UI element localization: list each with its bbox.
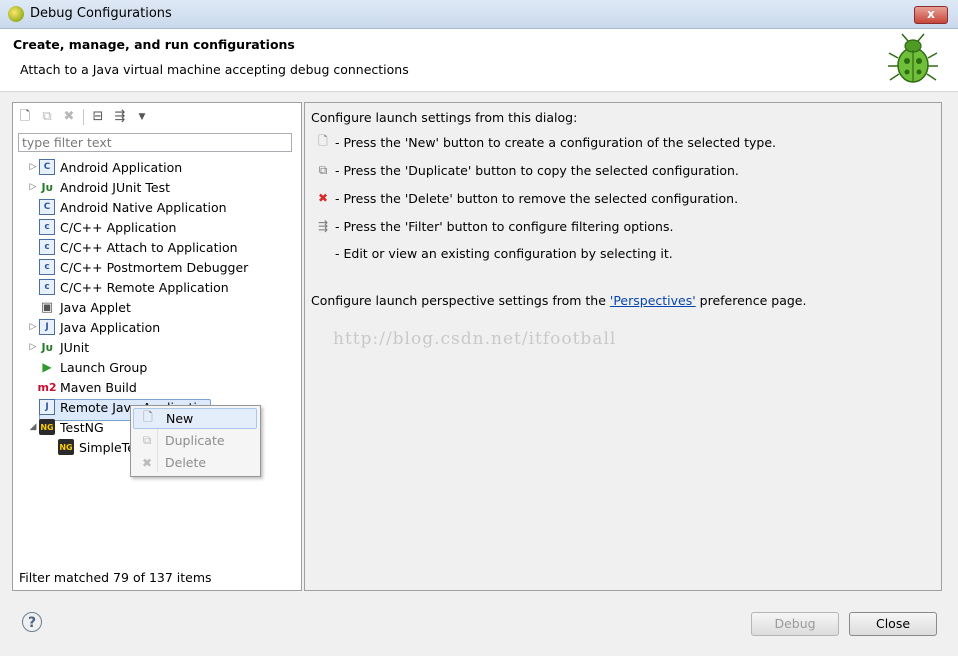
applet-icon: ▣: [40, 299, 54, 315]
close-button[interactable]: Close: [849, 612, 937, 636]
menu-item-label: Delete: [165, 455, 207, 470]
maven-icon: m2: [37, 380, 57, 394]
view-menu-chevron-down-icon[interactable]: ▼: [134, 109, 150, 125]
tree-item-label: Java Application: [60, 319, 161, 335]
tree-item-cpp-postmortem[interactable]: c C/C++ Postmortem Debugger: [27, 257, 248, 277]
junit-icon: Jᴜ: [41, 180, 53, 194]
new-config-icon: 🗋: [143, 410, 153, 424]
expand-arrow-icon[interactable]: ▷: [27, 162, 39, 172]
duplicate-config-icon: ⧉: [318, 162, 328, 177]
cpp-config-icon: c: [39, 239, 55, 255]
filter-icon: ⇶: [317, 219, 329, 233]
tree-item-label: Java Applet: [60, 299, 131, 315]
instruction-text: - Press the 'New' button to create a con…: [335, 134, 776, 150]
instruction-filter: ⇶ - Press the 'Filter' button to configur…: [315, 218, 674, 234]
testng-icon: NG: [58, 439, 74, 455]
header-subtitle: Attach to a Java virtual machine accepti…: [20, 62, 409, 77]
config-type-icon: C: [39, 199, 55, 215]
config-type-icon: C: [39, 159, 55, 175]
expand-arrow-icon[interactable]: ▷: [27, 182, 39, 192]
instruction-edit: - Edit or view an existing configuration…: [335, 246, 673, 261]
collapse-all-icon[interactable]: ⊟: [90, 109, 106, 125]
tree-item-label: JUnit: [60, 339, 90, 355]
filter-icon[interactable]: ⇶: [112, 109, 128, 125]
title-bar: Debug Configurations x: [0, 0, 958, 29]
launch-group-icon: ▶: [42, 360, 52, 374]
testng-icon: NG: [39, 419, 55, 435]
window-close-button[interactable]: x: [914, 6, 948, 24]
menu-item-delete[interactable]: ✖ Delete: [133, 452, 257, 473]
perspective-suffix: preference page.: [699, 293, 807, 308]
tree-item-label: TestNG: [60, 419, 104, 435]
instruction-new: 🗋 - Press the 'New' button to create a co…: [315, 134, 776, 150]
tree-item-label: C/C++ Postmortem Debugger: [60, 259, 249, 275]
perspective-prefix: Configure launch perspective settings fr…: [311, 293, 606, 308]
tree-item-maven-build[interactable]: m2 Maven Build: [27, 377, 137, 397]
tree-item-junit[interactable]: ▷ Jᴜ JUnit: [27, 337, 90, 357]
tree-item-launch-group[interactable]: ▶ Launch Group: [27, 357, 147, 377]
intro-text: Configure launch settings from this dial…: [311, 110, 578, 125]
delete-config-icon[interactable]: ✖: [61, 109, 77, 125]
tree-item-label: Android Application: [60, 159, 183, 175]
cpp-config-icon: c: [39, 279, 55, 295]
configuration-tree-pane: 🗋 ⧉ ✖ ⊟ ⇶ ▼ type filter text ▷ C Android A…: [12, 102, 302, 591]
debug-button[interactable]: Debug: [751, 612, 839, 636]
tree-item-label: Launch Group: [60, 359, 148, 375]
tree-item-android-junit-test[interactable]: ▷ Jᴜ Android JUnit Test: [27, 177, 171, 197]
menu-item-new[interactable]: 🗋 New: [133, 408, 257, 429]
tree-item-android-native-application[interactable]: C Android Native Application: [27, 197, 227, 217]
tree-item-cpp-remote[interactable]: c C/C++ Remote Application: [27, 277, 229, 297]
menu-item-duplicate[interactable]: ⧉ Duplicate: [133, 430, 257, 451]
instruction-text: - Press the 'Filter' button to configure…: [335, 218, 674, 234]
instructions-pane: Configure launch settings from this dial…: [304, 102, 942, 591]
java-app-icon: J: [39, 319, 55, 335]
toolbar-separator: [83, 109, 84, 125]
instruction-text: - Press the 'Delete' button to remove th…: [335, 190, 739, 206]
instruction-delete: ✖ - Press the 'Delete' button to remove t…: [315, 190, 738, 206]
new-config-icon: 🗋: [318, 133, 328, 148]
delete-config-icon: ✖: [141, 455, 153, 470]
tree-item-label: Maven Build: [60, 379, 137, 395]
menu-item-label: Duplicate: [165, 433, 225, 448]
remote-java-icon: J: [39, 399, 55, 415]
tree-item-android-application[interactable]: ▷ C Android Application: [27, 157, 182, 177]
cpp-config-icon: c: [39, 219, 55, 235]
debug-bug-icon: [888, 33, 938, 83]
tree-item-label: C/C++ Remote Application: [60, 279, 229, 295]
tree-item-label: Android Native Application: [60, 199, 227, 215]
filter-input[interactable]: type filter text: [18, 133, 292, 152]
filter-status: Filter matched 79 of 137 items: [19, 570, 212, 585]
eclipse-bug-icon: [8, 6, 24, 22]
dialog-header: Create, manage, and run configurations A…: [0, 29, 958, 92]
expand-arrow-icon[interactable]: ▷: [27, 322, 39, 332]
tree-item-testng[interactable]: ◢ NG TestNG: [27, 417, 104, 437]
tree-item-label: C/C++ Application: [60, 219, 177, 235]
tree-item-cpp-application[interactable]: c C/C++ Application: [27, 217, 176, 237]
cpp-config-icon: c: [39, 259, 55, 275]
junit-icon: Jᴜ: [41, 340, 53, 354]
watermark: http://blog.csdn.net/itfootball: [333, 329, 617, 349]
perspectives-link[interactable]: 'Perspectives': [610, 293, 696, 308]
tree-item-java-applet[interactable]: ▣ Java Applet: [27, 297, 131, 317]
expand-arrow-icon[interactable]: ▷: [27, 342, 39, 352]
tree-item-java-application[interactable]: ▷ J Java Application: [27, 317, 160, 337]
instruction-duplicate: ⧉ - Press the 'Duplicate' button to copy …: [315, 162, 739, 178]
tree-item-label: C/C++ Attach to Application: [60, 239, 238, 255]
menu-item-label: New: [166, 411, 194, 426]
instruction-text: - Press the 'Duplicate' button to copy t…: [335, 162, 739, 178]
tree-item-cpp-attach[interactable]: c C/C++ Attach to Application: [27, 237, 238, 257]
tree-toolbar: 🗋 ⧉ ✖ ⊟ ⇶ ▼: [17, 107, 150, 127]
delete-config-icon: ✖: [317, 191, 329, 205]
duplicate-config-icon[interactable]: ⧉: [39, 109, 55, 125]
header-title: Create, manage, and run configurations: [13, 37, 295, 52]
new-config-icon[interactable]: 🗋: [17, 109, 33, 125]
window-title: Debug Configurations: [30, 6, 172, 21]
duplicate-config-icon: ⧉: [142, 433, 152, 447]
help-icon[interactable]: ?: [22, 612, 42, 632]
collapse-arrow-icon[interactable]: ◢: [27, 422, 39, 432]
context-menu: 🗋 New ⧉ Duplicate ✖ Delete: [130, 405, 261, 477]
tree-item-label: Android JUnit Test: [60, 179, 171, 195]
perspective-text: Configure launch perspective settings fr…: [311, 293, 806, 308]
